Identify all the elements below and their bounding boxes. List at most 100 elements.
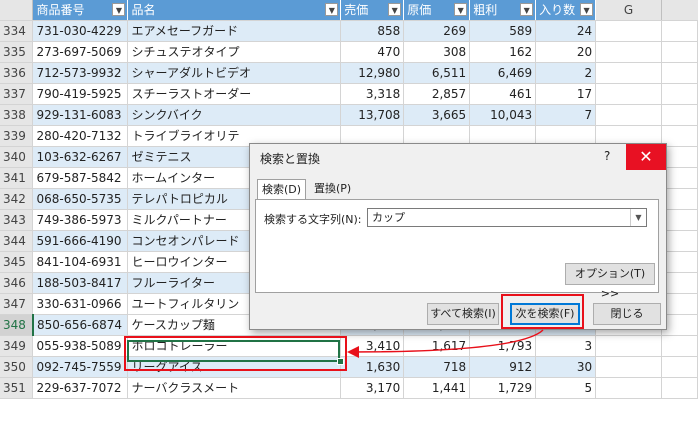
cell-name[interactable]: ナーバクラスメート [127, 377, 342, 399]
row-number[interactable]: 344 [0, 230, 34, 252]
options-button[interactable]: オプション(T) >> [565, 263, 655, 300]
chevron-down-icon[interactable]: ▼ [630, 209, 646, 226]
cell-price[interactable]: 12,980 [340, 62, 405, 84]
column-header-h[interactable] [661, 0, 698, 21]
cell-profit[interactable]: 589 [469, 20, 537, 42]
cell-qty[interactable]: 3 [535, 335, 597, 357]
cell-cost[interactable]: 1,441 [403, 377, 471, 399]
cell-cost[interactable]: 1,617 [403, 335, 471, 357]
cell-profit[interactable]: 162 [469, 41, 537, 63]
cell-h[interactable] [661, 377, 698, 399]
cell-cost[interactable]: 308 [403, 41, 471, 63]
tab-replace[interactable]: 置換(P) [310, 179, 355, 198]
cell-code[interactable]: 749-386-5973 [32, 209, 129, 231]
cell-g[interactable] [595, 20, 662, 42]
header-price[interactable]: 売価 ▼ [340, 0, 405, 21]
row-number[interactable]: 335 [0, 41, 34, 63]
cell-h[interactable] [661, 335, 698, 357]
cell-profit[interactable]: 912 [469, 356, 537, 378]
row-number[interactable]: 338 [0, 104, 34, 126]
cell-g[interactable] [595, 83, 662, 105]
column-header-g[interactable]: G [595, 0, 662, 21]
cell-qty[interactable]: 2 [535, 62, 597, 84]
cell-qty[interactable]: 24 [535, 20, 597, 42]
help-icon[interactable]: ? [604, 149, 610, 163]
row-number[interactable]: 343 [0, 209, 34, 231]
cell-price[interactable]: 3,410 [340, 335, 405, 357]
cell-profit[interactable]: 6,469 [469, 62, 537, 84]
cell-name[interactable]: シチュステオタイプ [127, 41, 342, 63]
cell-profit[interactable]: 1,729 [469, 377, 537, 399]
row-number[interactable]: 345 [0, 251, 34, 273]
cell-h[interactable] [661, 356, 698, 378]
row-number[interactable]: 334 [0, 20, 34, 42]
cell-code[interactable]: 330-631-0966 [32, 293, 129, 315]
row-number[interactable]: 337 [0, 83, 34, 105]
cell-name[interactable]: シャーアダルトビデオ [127, 62, 342, 84]
select-all-corner[interactable] [0, 0, 34, 21]
cell-g[interactable] [595, 377, 662, 399]
cell-price[interactable]: 858 [340, 20, 405, 42]
filter-dropdown-icon[interactable]: ▼ [325, 3, 339, 16]
header-cost[interactable]: 原価 ▼ [403, 0, 471, 21]
find-what-input[interactable]: カップ ▼ [367, 208, 647, 227]
cell-price[interactable]: 470 [340, 41, 405, 63]
row-number[interactable]: 350 [0, 356, 34, 378]
cell-code[interactable]: 068-650-5735 [32, 188, 129, 210]
cell-code[interactable]: 591-666-4190 [32, 230, 129, 252]
tab-find[interactable]: 検索(D) [257, 179, 307, 200]
header-profit[interactable]: 粗利 ▼ [469, 0, 537, 21]
cell-cost[interactable]: 718 [403, 356, 471, 378]
cell-h[interactable] [661, 83, 698, 105]
cell-g[interactable] [595, 104, 662, 126]
cell-price[interactable]: 13,708 [340, 104, 405, 126]
filter-dropdown-icon[interactable]: ▼ [580, 3, 594, 16]
filter-dropdown-icon[interactable]: ▼ [388, 3, 402, 16]
find-all-button[interactable]: すべて検索(I) [427, 303, 499, 325]
cell-qty[interactable]: 17 [535, 83, 597, 105]
cell-code[interactable]: 092-745-7559 [32, 356, 129, 378]
cell-code[interactable]: 731-030-4229 [32, 20, 129, 42]
row-number[interactable]: 348 [0, 314, 34, 336]
header-name[interactable]: 品名 ▼ [127, 0, 342, 21]
row-number[interactable]: 347 [0, 293, 34, 315]
cell-price[interactable]: 3,170 [340, 377, 405, 399]
cell-cost[interactable]: 6,511 [403, 62, 471, 84]
cell-cost[interactable]: 2,857 [403, 83, 471, 105]
cell-g[interactable] [595, 356, 662, 378]
cell-code[interactable]: 850-656-6874 [32, 314, 129, 336]
cell-qty[interactable]: 20 [535, 41, 597, 63]
header-qty[interactable]: 入り数 ▼ [535, 0, 597, 21]
cell-code[interactable]: 679-587-5842 [32, 167, 129, 189]
cell-h[interactable] [661, 20, 698, 42]
row-number[interactable]: 342 [0, 188, 34, 210]
cell-cost[interactable]: 3,665 [403, 104, 471, 126]
cell-qty[interactable]: 30 [535, 356, 597, 378]
cell-code[interactable]: 790-419-5925 [32, 83, 129, 105]
filter-dropdown-icon[interactable]: ▼ [112, 3, 126, 16]
row-number[interactable]: 336 [0, 62, 34, 84]
cell-code[interactable]: 229-637-7072 [32, 377, 129, 399]
row-number[interactable]: 349 [0, 335, 34, 357]
cell-h[interactable] [661, 62, 698, 84]
cell-h[interactable] [661, 41, 698, 63]
header-code[interactable]: 商品番号 ▼ [32, 0, 129, 21]
cell-profit[interactable]: 1,793 [469, 335, 537, 357]
filter-dropdown-icon[interactable]: ▼ [454, 3, 468, 16]
cell-g[interactable] [595, 62, 662, 84]
close-icon[interactable]: ✕ [626, 144, 666, 170]
cell-g[interactable] [595, 41, 662, 63]
cell-qty[interactable]: 5 [535, 377, 597, 399]
cell-h[interactable] [661, 104, 698, 126]
cell-name[interactable]: スチーラストオーダー [127, 83, 342, 105]
cell-g[interactable] [595, 335, 662, 357]
row-number[interactable]: 351 [0, 377, 34, 399]
cell-code[interactable]: 055-938-5089 [32, 335, 129, 357]
cell-qty[interactable]: 7 [535, 104, 597, 126]
cell-name[interactable]: シンクバイク [127, 104, 342, 126]
cell-profit[interactable]: 10,043 [469, 104, 537, 126]
cell-code[interactable]: 273-697-5069 [32, 41, 129, 63]
close-button[interactable]: 閉じる [593, 303, 661, 325]
filter-dropdown-icon[interactable]: ▼ [520, 3, 534, 16]
row-number[interactable]: 346 [0, 272, 34, 294]
